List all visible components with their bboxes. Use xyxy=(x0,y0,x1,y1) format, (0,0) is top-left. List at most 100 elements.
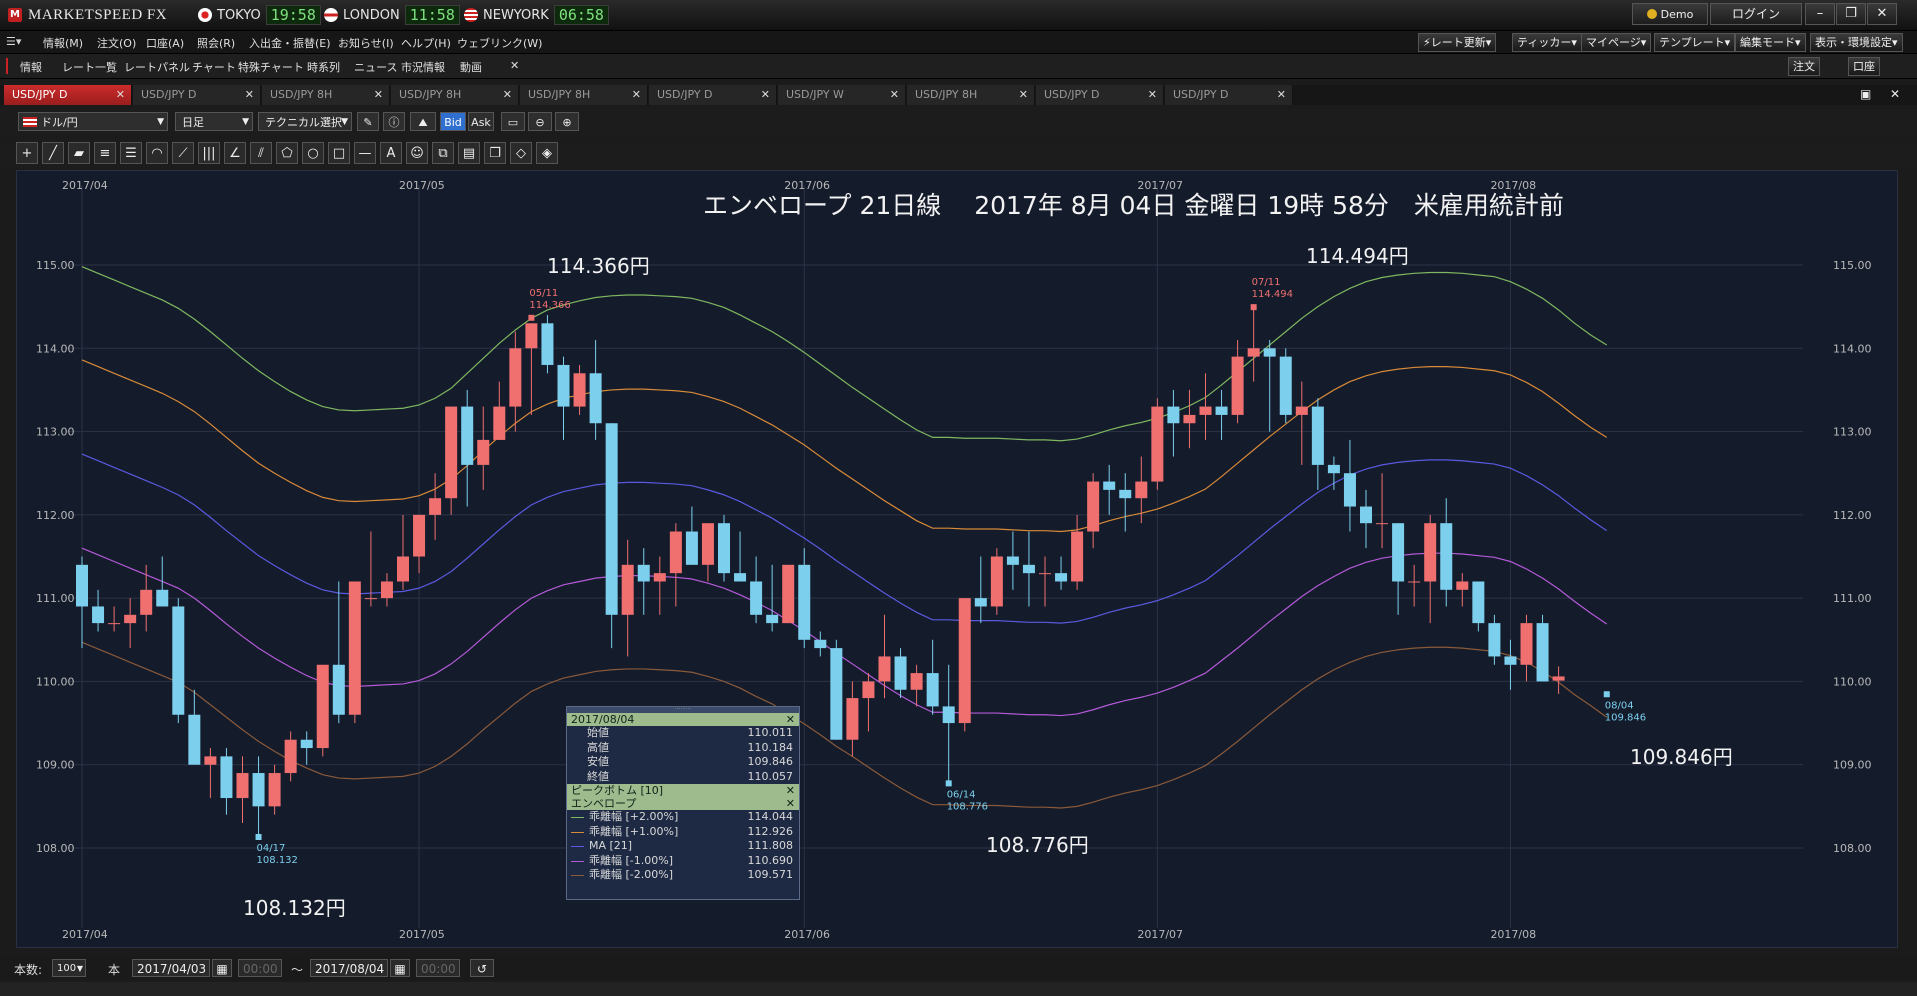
end-time-field[interactable]: 00:00 xyxy=(416,959,460,977)
tab-close-icon[interactable]: ✕ xyxy=(632,85,641,105)
menu-help[interactable]: ヘルプ(H) xyxy=(401,35,451,51)
channel-icon[interactable]: ⫽ xyxy=(250,142,272,164)
rectangle-icon[interactable]: □ xyxy=(328,142,350,164)
menu-order[interactable]: 注文(O) xyxy=(97,35,136,51)
chart-tab[interactable]: USD/JPY 8H ✕ xyxy=(520,85,648,105)
circle-icon[interactable]: ○ xyxy=(302,142,324,164)
peak-bottom-marker xyxy=(1250,304,1257,311)
func-chart[interactable]: チャート xyxy=(192,59,236,75)
chart-tab[interactable]: USD/JPY D ✕ xyxy=(649,85,777,105)
chart-tab[interactable]: USD/JPY D ✕ xyxy=(1036,85,1164,105)
trendline-icon[interactable]: ╱ xyxy=(42,142,64,164)
calendar-icon[interactable]: ▦ xyxy=(390,959,410,977)
ask-button[interactable]: Ask xyxy=(468,112,494,131)
chart-tab[interactable]: USD/JPY W ✕ xyxy=(778,85,906,105)
data-window[interactable]: ········ 2017/08/04 ✕ 始値 110.011 高値 110.184… xyxy=(566,706,800,900)
vertical-lines-icon[interactable]: ||| xyxy=(198,142,220,164)
menu-info[interactable]: 情報(M) xyxy=(43,35,83,51)
peak-bottom-close-icon[interactable]: ✕ xyxy=(786,784,795,797)
chart-tab[interactable]: USD/JPY 8H ✕ xyxy=(262,85,390,105)
tab-close-icon[interactable]: ✕ xyxy=(374,85,383,105)
end-date-field[interactable]: 2017/08/04 xyxy=(310,959,388,977)
menu-deposit[interactable]: 入出金・振替(E) xyxy=(249,35,331,51)
area-chart-icon[interactable]: ⛰ xyxy=(410,112,436,131)
refresh-icon[interactable]: ↺ xyxy=(470,959,494,977)
copy-icon[interactable]: ⧉ xyxy=(432,142,454,164)
start-date-field[interactable]: 2017/04/03 xyxy=(132,959,210,977)
mypage-button[interactable]: マイページ▾ xyxy=(1581,33,1652,52)
paste-icon[interactable]: ▤ xyxy=(458,142,480,164)
tab-close-icon[interactable]: ✕ xyxy=(1277,85,1286,105)
func-news[interactable]: ニュース xyxy=(354,59,397,75)
fibonacci-icon[interactable]: ☰ xyxy=(120,142,142,164)
zoom-in-icon[interactable]: ⊕ xyxy=(555,112,579,131)
pen-icon[interactable]: ✎ xyxy=(357,112,379,131)
order-button[interactable]: 注文 xyxy=(1788,57,1820,76)
func-video[interactable]: 動画 xyxy=(460,59,482,75)
tab-close-icon[interactable]: ✕ xyxy=(245,85,254,105)
start-time-field[interactable]: 00:00 xyxy=(238,959,282,977)
icon-stamp-icon[interactable]: ☺ xyxy=(406,142,428,164)
func-market-info[interactable]: 市況情報 xyxy=(401,59,445,75)
restore-icon[interactable]: ❐ xyxy=(1836,3,1866,25)
menu-toggle-icon[interactable]: ☰▾ xyxy=(6,35,21,48)
crosshair-icon[interactable]: + xyxy=(16,142,38,164)
func-info[interactable]: 情報 xyxy=(20,59,42,75)
tab-close-icon[interactable]: ✕ xyxy=(116,85,125,105)
tab-close-icon[interactable]: ✕ xyxy=(1019,85,1028,105)
arc-icon[interactable]: ◠ xyxy=(146,142,168,164)
parallel-lines-icon[interactable]: ≡ xyxy=(94,142,116,164)
func-special-chart[interactable]: 特殊チャート xyxy=(238,59,304,75)
close-icon[interactable]: ✕ xyxy=(1867,3,1897,25)
eraser-icon[interactable]: ▰ xyxy=(68,142,90,164)
func-rate-list[interactable]: レート一覧 xyxy=(62,59,117,75)
info-icon[interactable]: ⓘ xyxy=(383,112,405,131)
demo-button[interactable]: Demo xyxy=(1632,3,1708,25)
display-mode-icon[interactable]: ▭ xyxy=(501,112,525,131)
menu-weblink[interactable]: ウェブリンク(W) xyxy=(457,35,542,51)
delete-all-icon[interactable]: ◈ xyxy=(536,142,558,164)
duplicate-icon[interactable]: ❐ xyxy=(484,142,506,164)
ticker-button[interactable]: ティッカー▾ xyxy=(1512,33,1582,52)
account-button[interactable]: 口座 xyxy=(1848,57,1880,76)
func-rate-panel[interactable]: レートパネル xyxy=(124,59,190,75)
bid-button[interactable]: Bid xyxy=(440,112,466,131)
period-select[interactable]: 日足 ▼ xyxy=(175,112,253,131)
minimize-icon[interactable]: – xyxy=(1805,3,1835,25)
chart-tab[interactable]: USD/JPY 8H ✕ xyxy=(391,85,519,105)
chart-tab[interactable]: USD/JPY D ✕ xyxy=(4,85,132,105)
chart-tab[interactable]: USD/JPY 8H ✕ xyxy=(907,85,1035,105)
rate-update-button[interactable]: ⚡レート更新▾ xyxy=(1418,33,1497,52)
data-window-close-icon[interactable]: ✕ xyxy=(786,713,795,726)
login-button[interactable]: ログイン xyxy=(1710,3,1802,25)
tab-close-icon[interactable]: ✕ xyxy=(761,85,770,105)
chart-tab[interactable]: USD/JPY D ✕ xyxy=(1165,85,1293,105)
close-panel-icon[interactable]: ✕ xyxy=(1890,87,1900,101)
text-icon[interactable]: A xyxy=(380,142,402,164)
technical-select[interactable]: テクニカル選択 ▼ xyxy=(258,112,352,131)
count-select[interactable]: 100 ▼ xyxy=(52,959,86,977)
envelope-close-icon[interactable]: ✕ xyxy=(786,797,795,810)
fan-icon[interactable]: ⟋ xyxy=(172,142,194,164)
delete-drawing-icon[interactable]: ◇ xyxy=(510,142,532,164)
menu-notice[interactable]: お知らせ(I) xyxy=(338,35,394,51)
menu-account[interactable]: 口座(A) xyxy=(146,35,184,51)
menu-inquiry[interactable]: 照会(R) xyxy=(197,35,235,51)
maximize-panel-icon[interactable]: ▣ xyxy=(1860,87,1871,101)
tab-close-icon[interactable]: ✕ xyxy=(1148,85,1157,105)
template-button[interactable]: テンプレート▾ xyxy=(1654,33,1736,52)
pair-select[interactable]: ドル/円 ▼ xyxy=(18,112,168,131)
horizontal-line-icon[interactable]: — xyxy=(354,142,376,164)
angle-icon[interactable]: ∠ xyxy=(224,142,246,164)
pentagon-icon[interactable]: ⬠ xyxy=(276,142,298,164)
func-timeseries[interactable]: 時系列 xyxy=(307,59,340,75)
chart-tab[interactable]: USD/JPY D ✕ xyxy=(133,85,261,105)
zoom-out-icon[interactable]: ⊖ xyxy=(528,112,552,131)
tab-close-icon[interactable]: ✕ xyxy=(503,85,512,105)
display-settings-button[interactable]: 表示・環境設定▾ xyxy=(1810,33,1903,52)
edit-mode-button[interactable]: 編集モード▾ xyxy=(1735,33,1806,52)
price-chart[interactable]: 04/17108.132 05/11114.366 06/14108.776 07/1… xyxy=(16,170,1898,948)
calendar-icon[interactable]: ▦ xyxy=(212,959,232,977)
func-close-icon[interactable]: ✕ xyxy=(510,59,519,72)
tab-close-icon[interactable]: ✕ xyxy=(890,85,899,105)
